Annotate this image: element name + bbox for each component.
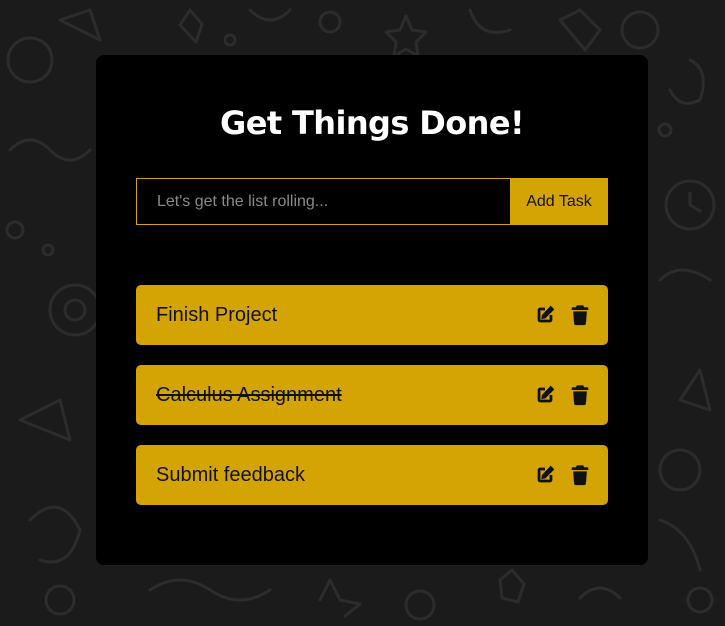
add-task-form: Add Task [136,178,608,225]
trash-icon[interactable] [569,304,591,326]
task-item: Submit feedback [136,445,608,505]
task-text[interactable]: Submit feedback [156,445,305,505]
todo-card: Get Things Done! Add Task Finish Project… [96,55,648,565]
edit-icon[interactable] [534,304,556,326]
edit-icon[interactable] [534,384,556,406]
add-task-button[interactable]: Add Task [510,178,608,225]
trash-icon[interactable] [569,464,591,486]
page-title: Get Things Done! [220,104,524,142]
task-text[interactable]: Finish Project [156,285,277,345]
new-task-input[interactable] [136,178,510,225]
edit-icon[interactable] [534,464,556,486]
task-item: Finish Project [136,285,608,345]
task-list: Finish Project Calculus Assignment Submi… [136,285,608,525]
task-item: Calculus Assignment [136,365,608,425]
task-text[interactable]: Calculus Assignment [156,365,342,425]
trash-icon[interactable] [569,384,591,406]
